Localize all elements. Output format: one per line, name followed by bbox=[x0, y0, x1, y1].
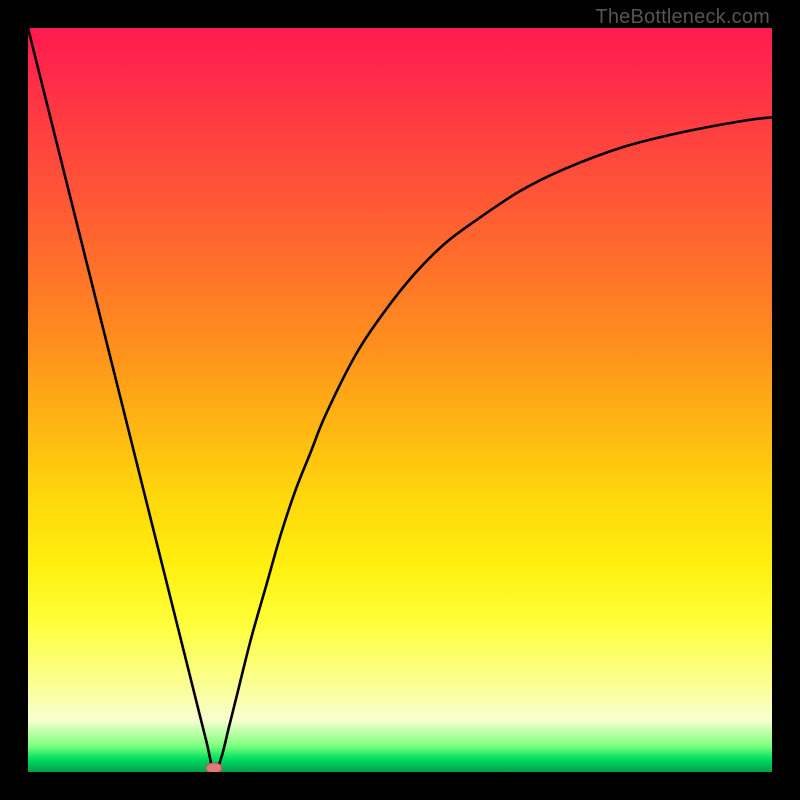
plot-area bbox=[28, 28, 772, 772]
chart-svg bbox=[28, 28, 772, 772]
curve-group bbox=[28, 28, 772, 772]
chart-container: TheBottleneck.com bbox=[0, 0, 800, 800]
minimum-marker bbox=[206, 763, 222, 772]
bottleneck-curve bbox=[28, 28, 772, 772]
watermark-text: TheBottleneck.com bbox=[595, 6, 770, 29]
